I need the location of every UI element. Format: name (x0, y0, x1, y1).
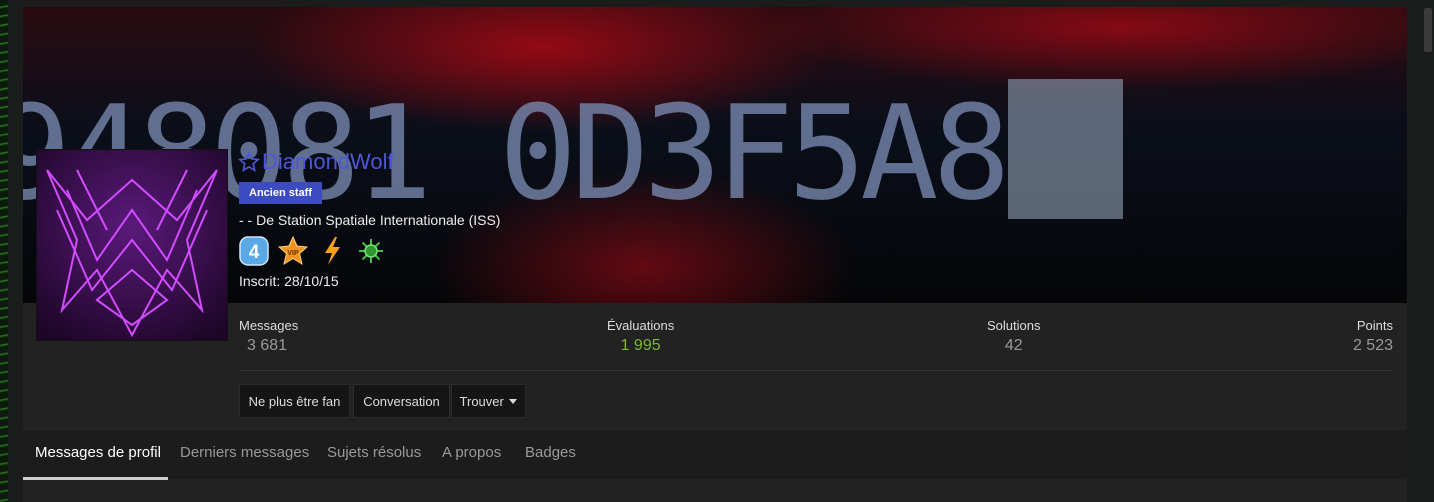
background-edge (0, 0, 8, 502)
profile-card: 948081 0D3F5A8 DiamondWolf Ancien staff … (23, 7, 1407, 502)
star-icon (238, 151, 260, 172)
stat-points[interactable]: Points 2 523 (1343, 318, 1393, 355)
banner-highlight (1008, 79, 1123, 219)
scrollbar-thumb[interactable] (1424, 8, 1432, 52)
stat-value: 42 (1004, 337, 1023, 354)
tab-about[interactable]: A propos (442, 444, 501, 461)
location-text: - - De Station Spatiale Internationale (… (239, 212, 501, 228)
profile-banner: 948081 0D3F5A8 (23, 7, 1407, 303)
username-text: DiamondWolf (262, 149, 394, 174)
stats-divider (239, 370, 1393, 371)
stat-value: 2 523 (1352, 337, 1393, 354)
stat-label: Messages (239, 318, 299, 333)
stat-label: Solutions (987, 318, 1041, 333)
unfollow-button[interactable]: Ne plus être fan (239, 384, 350, 418)
level-4-icon[interactable]: 4 (239, 236, 269, 266)
active-tab-indicator (23, 477, 168, 480)
vip-star-icon[interactable]: VIP (278, 236, 308, 266)
avatar[interactable] (36, 149, 228, 341)
stat-label: Évaluations (607, 318, 675, 333)
tab-badges[interactable]: Badges (525, 444, 576, 461)
stat-label: Points (1356, 318, 1393, 333)
tab-solved-topics[interactable]: Sujets résolus (327, 444, 421, 461)
conversation-button[interactable]: Conversation (353, 384, 450, 418)
trophy-list: 4 VIP (239, 236, 386, 266)
lightning-icon[interactable] (317, 236, 347, 266)
find-label: Trouver (459, 394, 504, 409)
stat-value: 1 995 (620, 337, 661, 354)
virus-icon[interactable] (356, 236, 386, 266)
find-dropdown-button[interactable]: Trouver (451, 384, 526, 418)
stat-solutions[interactable]: Solutions 42 (987, 318, 1040, 355)
staff-badge: Ancien staff (239, 182, 322, 204)
username-link[interactable]: DiamondWolf (238, 149, 394, 175)
tab-profile-messages[interactable]: Messages de profil (35, 444, 161, 461)
registration-date: Inscrit: 28/10/15 (239, 273, 339, 289)
vip-label: VIP (287, 250, 299, 257)
stat-messages[interactable]: Messages 3 681 (239, 318, 298, 355)
stat-value: 3 681 (247, 337, 288, 354)
level-number: 4 (249, 242, 260, 263)
wolf-emblem-icon (37, 150, 227, 340)
caret-down-icon (509, 399, 518, 404)
tab-latest-messages[interactable]: Derniers messages (180, 444, 309, 461)
stat-evaluations[interactable]: Évaluations 1 995 (607, 318, 674, 355)
profile-tabs: Messages de profil Derniers messages Suj… (23, 431, 1407, 480)
